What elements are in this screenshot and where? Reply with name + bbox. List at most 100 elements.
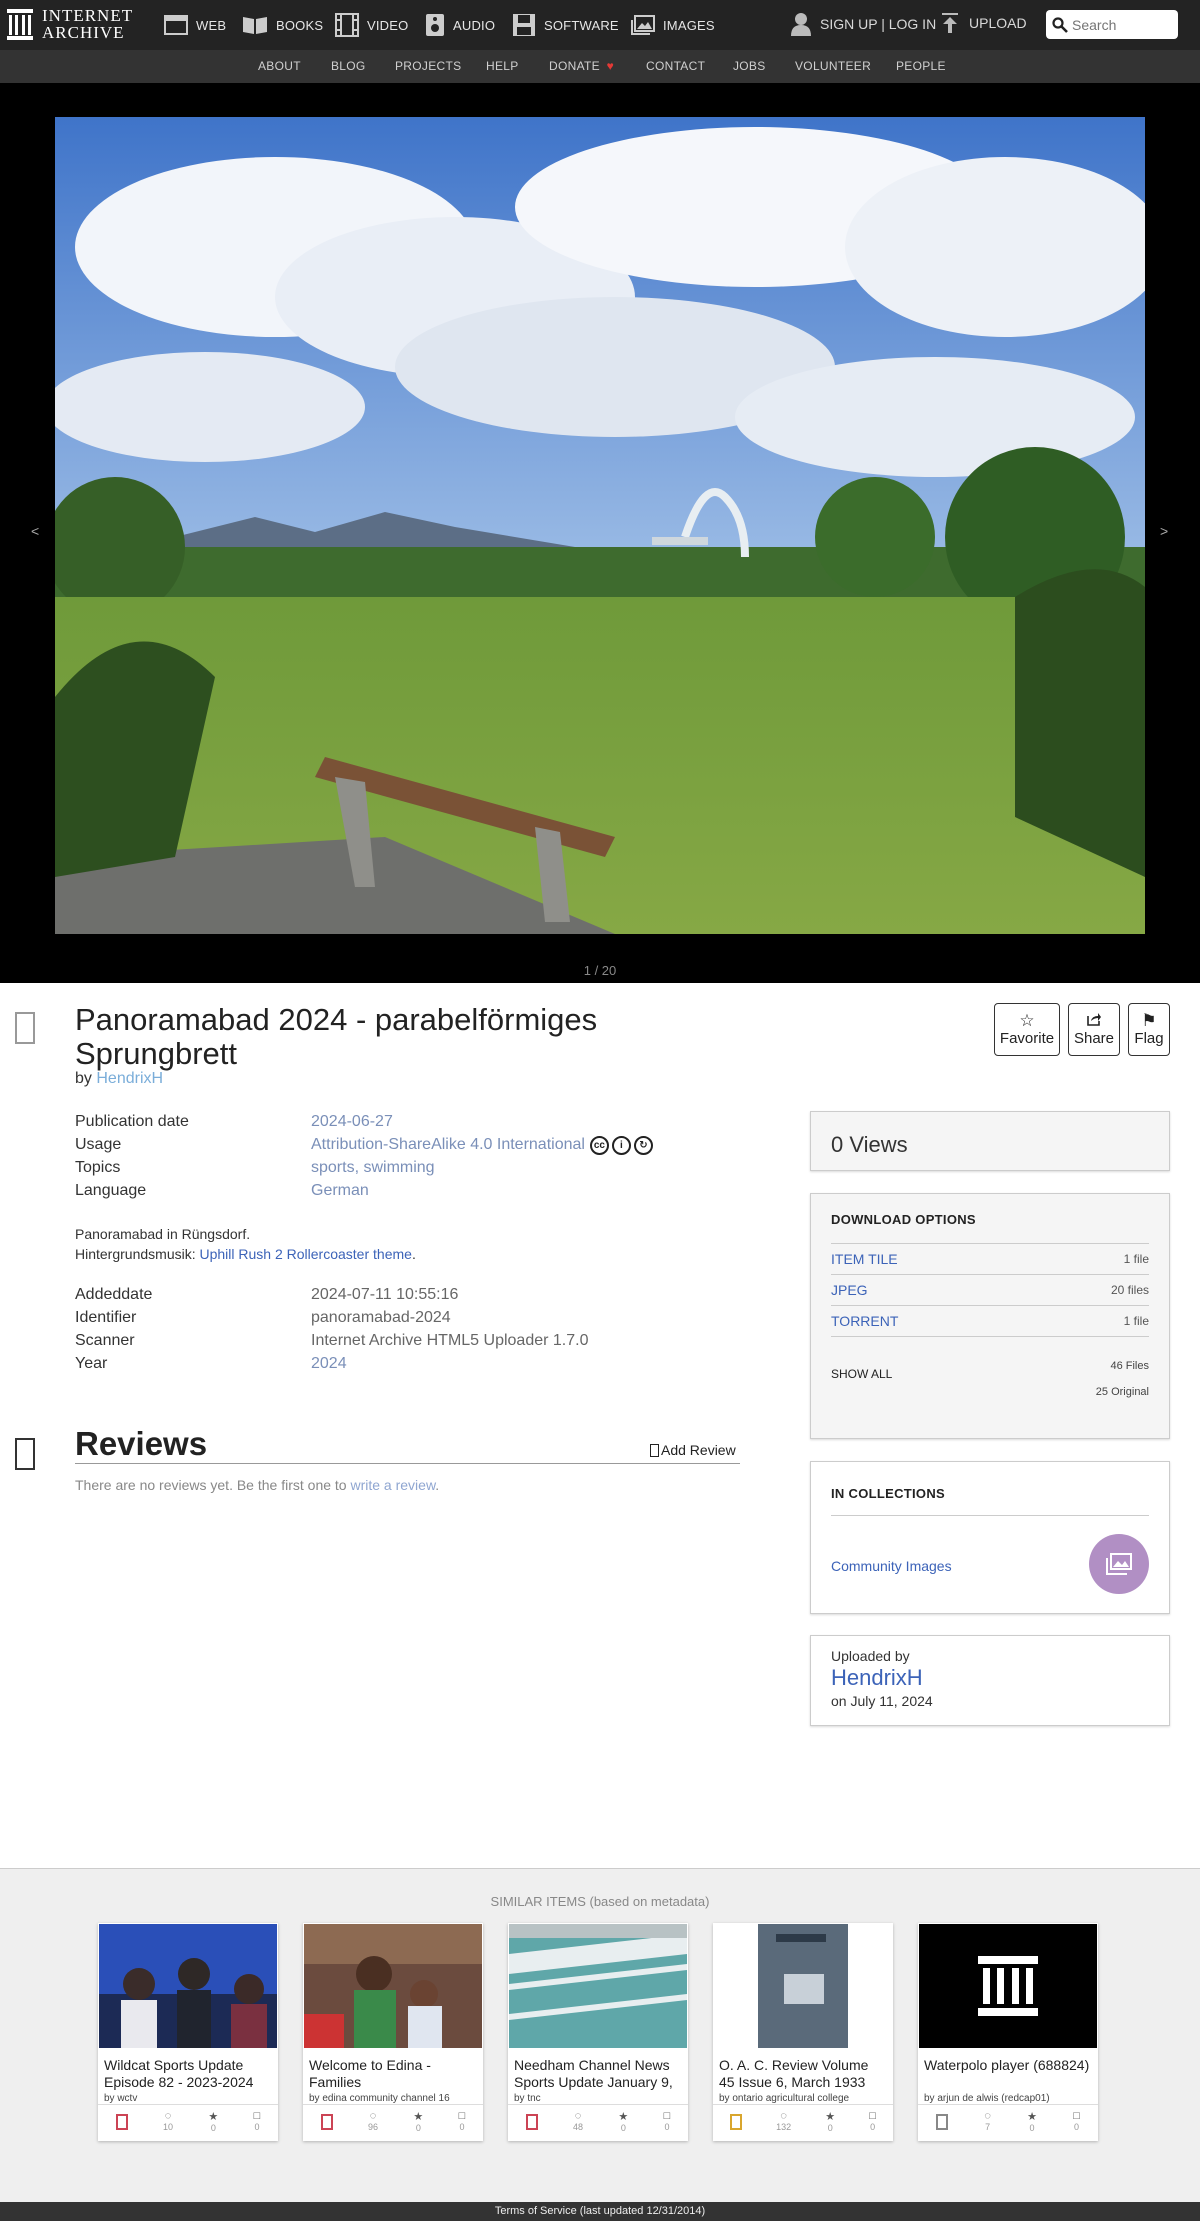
video-icon: [335, 13, 359, 37]
nav-books[interactable]: BOOKS: [242, 12, 323, 38]
views-stat: ◌ 7: [984, 2110, 991, 2133]
nav-video[interactable]: VIDEO: [335, 12, 408, 38]
views-stat: ◌ 132: [776, 2110, 791, 2133]
year-link[interactable]: 2024: [311, 1355, 347, 1373]
reviews-value: 0: [664, 2122, 670, 2132]
main-photo: [55, 117, 1145, 934]
language-link[interactable]: German: [311, 1182, 369, 1200]
share-button[interactable]: Share: [1068, 1003, 1120, 1056]
comment-icon: □: [253, 2110, 261, 2122]
item-thumbnail: [304, 1924, 482, 2048]
star-icon: ★: [618, 2111, 629, 2123]
nav-software[interactable]: SOFTWARE: [512, 12, 619, 38]
pencil-icon: [650, 1444, 659, 1457]
eye-icon: ◌: [780, 2110, 787, 2122]
nav-audio-label: AUDIO: [453, 17, 496, 33]
download-jpeg-link[interactable]: JPEG: [831, 1282, 868, 1298]
uploader-link[interactable]: HendrixH: [831, 1665, 1149, 1691]
download-torrent-link[interactable]: TORRENT: [831, 1313, 898, 1329]
similar-item-card[interactable]: Needham Channel News Sports Update Janua…: [508, 1923, 688, 2141]
subnav-jobs[interactable]: JOBS: [733, 59, 766, 73]
reviews-stat: □ 0: [1073, 2110, 1080, 2133]
similar-item-card[interactable]: Wildcat Sports Update Episode 82 - 2023-…: [98, 1923, 278, 2141]
meta-language: Language German: [75, 1182, 369, 1200]
item-thumbnail: [714, 1924, 892, 2048]
prev-image-button[interactable]: <: [31, 523, 39, 539]
subnav-contact[interactable]: CONTACT: [646, 59, 705, 73]
download-item-tile-link[interactable]: ITEM TILE: [831, 1251, 898, 1267]
byline-prefix: by: [75, 1070, 92, 1087]
card-title: O. A. C. Review Volume 45 Issue 6, March…: [719, 2057, 869, 2090]
favorites-stat: ★ 0: [1027, 2110, 1037, 2133]
comment-icon: □: [869, 2110, 876, 2122]
item-title: Panoramabad 2024 - parabelförmiges Sprun…: [75, 1002, 598, 1071]
collection-link[interactable]: Community Images: [831, 1558, 952, 1574]
creator-link[interactable]: HendrixH: [96, 1070, 163, 1087]
site-logo[interactable]: INTERNET ARCHIVE: [6, 7, 133, 41]
subnav-about[interactable]: ABOUT: [258, 59, 301, 73]
download-row: ITEM TILE 1 file: [831, 1244, 1149, 1275]
upload-button[interactable]: UPLOAD: [940, 12, 1027, 34]
views-stat: ◌ 48: [573, 2110, 583, 2133]
footer: Terms of Service (last updated 12/31/201…: [0, 2202, 1200, 2221]
similar-item-card[interactable]: Waterpolo player (688824) by arjun de al…: [918, 1923, 1098, 2141]
subnav-volunteer[interactable]: VOLUNTEER: [795, 59, 871, 73]
card-title: Needham Channel News Sports Update Janua…: [514, 2057, 673, 2090]
similar-items-heading: SIMILAR ITEMS (based on metadata): [490, 1894, 710, 1909]
views-panel: 0 Views: [810, 1111, 1170, 1171]
star-icon: ★: [1027, 2111, 1037, 2123]
terms-of-service-link[interactable]: Terms of Service (last updated 12/31/201…: [495, 2205, 705, 2217]
write-review-link[interactable]: write a review: [350, 1477, 435, 1493]
music-link[interactable]: Uphill Rush 2 Rollercoaster theme: [200, 1246, 412, 1262]
media-type-icon: [730, 2110, 743, 2133]
flag-button[interactable]: ⚑ Flag: [1128, 1003, 1170, 1056]
nav-images[interactable]: IMAGES: [631, 12, 715, 38]
upload-date: on July 11, 2024: [831, 1693, 933, 1709]
favorite-button[interactable]: ☆ Favorite: [994, 1003, 1060, 1056]
favorites-value: 0: [415, 2123, 421, 2133]
reviews-stat: □ 0: [869, 2110, 876, 2133]
meta-publication-date: Publication date 2024-06-27: [75, 1113, 393, 1131]
similar-item-card[interactable]: O. A. C. Review Volume 45 Issue 6, March…: [713, 1923, 893, 2141]
subnav-help[interactable]: HELP: [486, 59, 519, 73]
eye-icon: ◌: [369, 2110, 377, 2122]
eye-icon: ◌: [984, 2110, 991, 2122]
next-image-button[interactable]: >: [1160, 523, 1168, 539]
favorites-stat: ★ 0: [618, 2110, 628, 2133]
media-type-icon: [320, 2110, 333, 2133]
audio-icon: [426, 14, 444, 36]
search-input[interactable]: [1072, 16, 1167, 33]
file-count: 1 file: [1123, 1314, 1149, 1328]
images-collection-icon: [1106, 1553, 1132, 1575]
uploaded-by-label: Uploaded by: [831, 1648, 910, 1664]
nav-audio[interactable]: AUDIO: [425, 12, 495, 38]
topics-link[interactable]: sports, swimming: [311, 1159, 435, 1177]
subnav-donate-label: DONATE: [549, 59, 600, 73]
license-link[interactable]: Attribution-ShareAlike 4.0 International: [311, 1136, 585, 1155]
nav-web[interactable]: WEB: [164, 12, 226, 38]
no-reviews-message: There are no reviews yet. Be the first o…: [75, 1477, 439, 1493]
card-stats: ◌ 48 ★ 0 □ 0: [508, 2104, 688, 2133]
show-all-link[interactable]: SHOW ALL: [831, 1367, 892, 1405]
views-stat: ◌ 10: [163, 2110, 173, 2133]
subnav-projects[interactable]: PROJECTS: [395, 59, 461, 73]
web-icon: [164, 15, 188, 35]
meta-value-link[interactable]: 2024-06-27: [311, 1113, 393, 1131]
meta-identifier: Identifier panoramabad-2024: [75, 1309, 451, 1327]
reviews-value: 0: [459, 2122, 465, 2132]
card-stats: ◌ 132 ★ 0 □ 0: [713, 2104, 893, 2133]
cc-icon: cc: [589, 1136, 609, 1155]
pool-photo-image: [55, 117, 1145, 934]
subnav-donate[interactable]: DONATE ♥: [549, 59, 614, 73]
reviews-stat: □ 0: [664, 2110, 671, 2133]
download-options-panel: DOWNLOAD OPTIONS ITEM TILE 1 file JPEG 2…: [810, 1193, 1170, 1439]
favorites-value: 0: [620, 2123, 626, 2133]
collection-image-icon[interactable]: [1089, 1534, 1149, 1594]
subnav-blog[interactable]: BLOG: [331, 59, 366, 73]
star-icon: ★: [208, 2111, 219, 2123]
similar-item-card[interactable]: Welcome to Edina - Families by edina com…: [303, 1923, 483, 2141]
signup-login-link[interactable]: SIGN UP | LOG IN: [790, 12, 936, 36]
subnav-people[interactable]: PEOPLE: [896, 59, 946, 73]
search-box[interactable]: [1046, 10, 1178, 39]
add-review-button[interactable]: Add Review: [650, 1442, 736, 1458]
